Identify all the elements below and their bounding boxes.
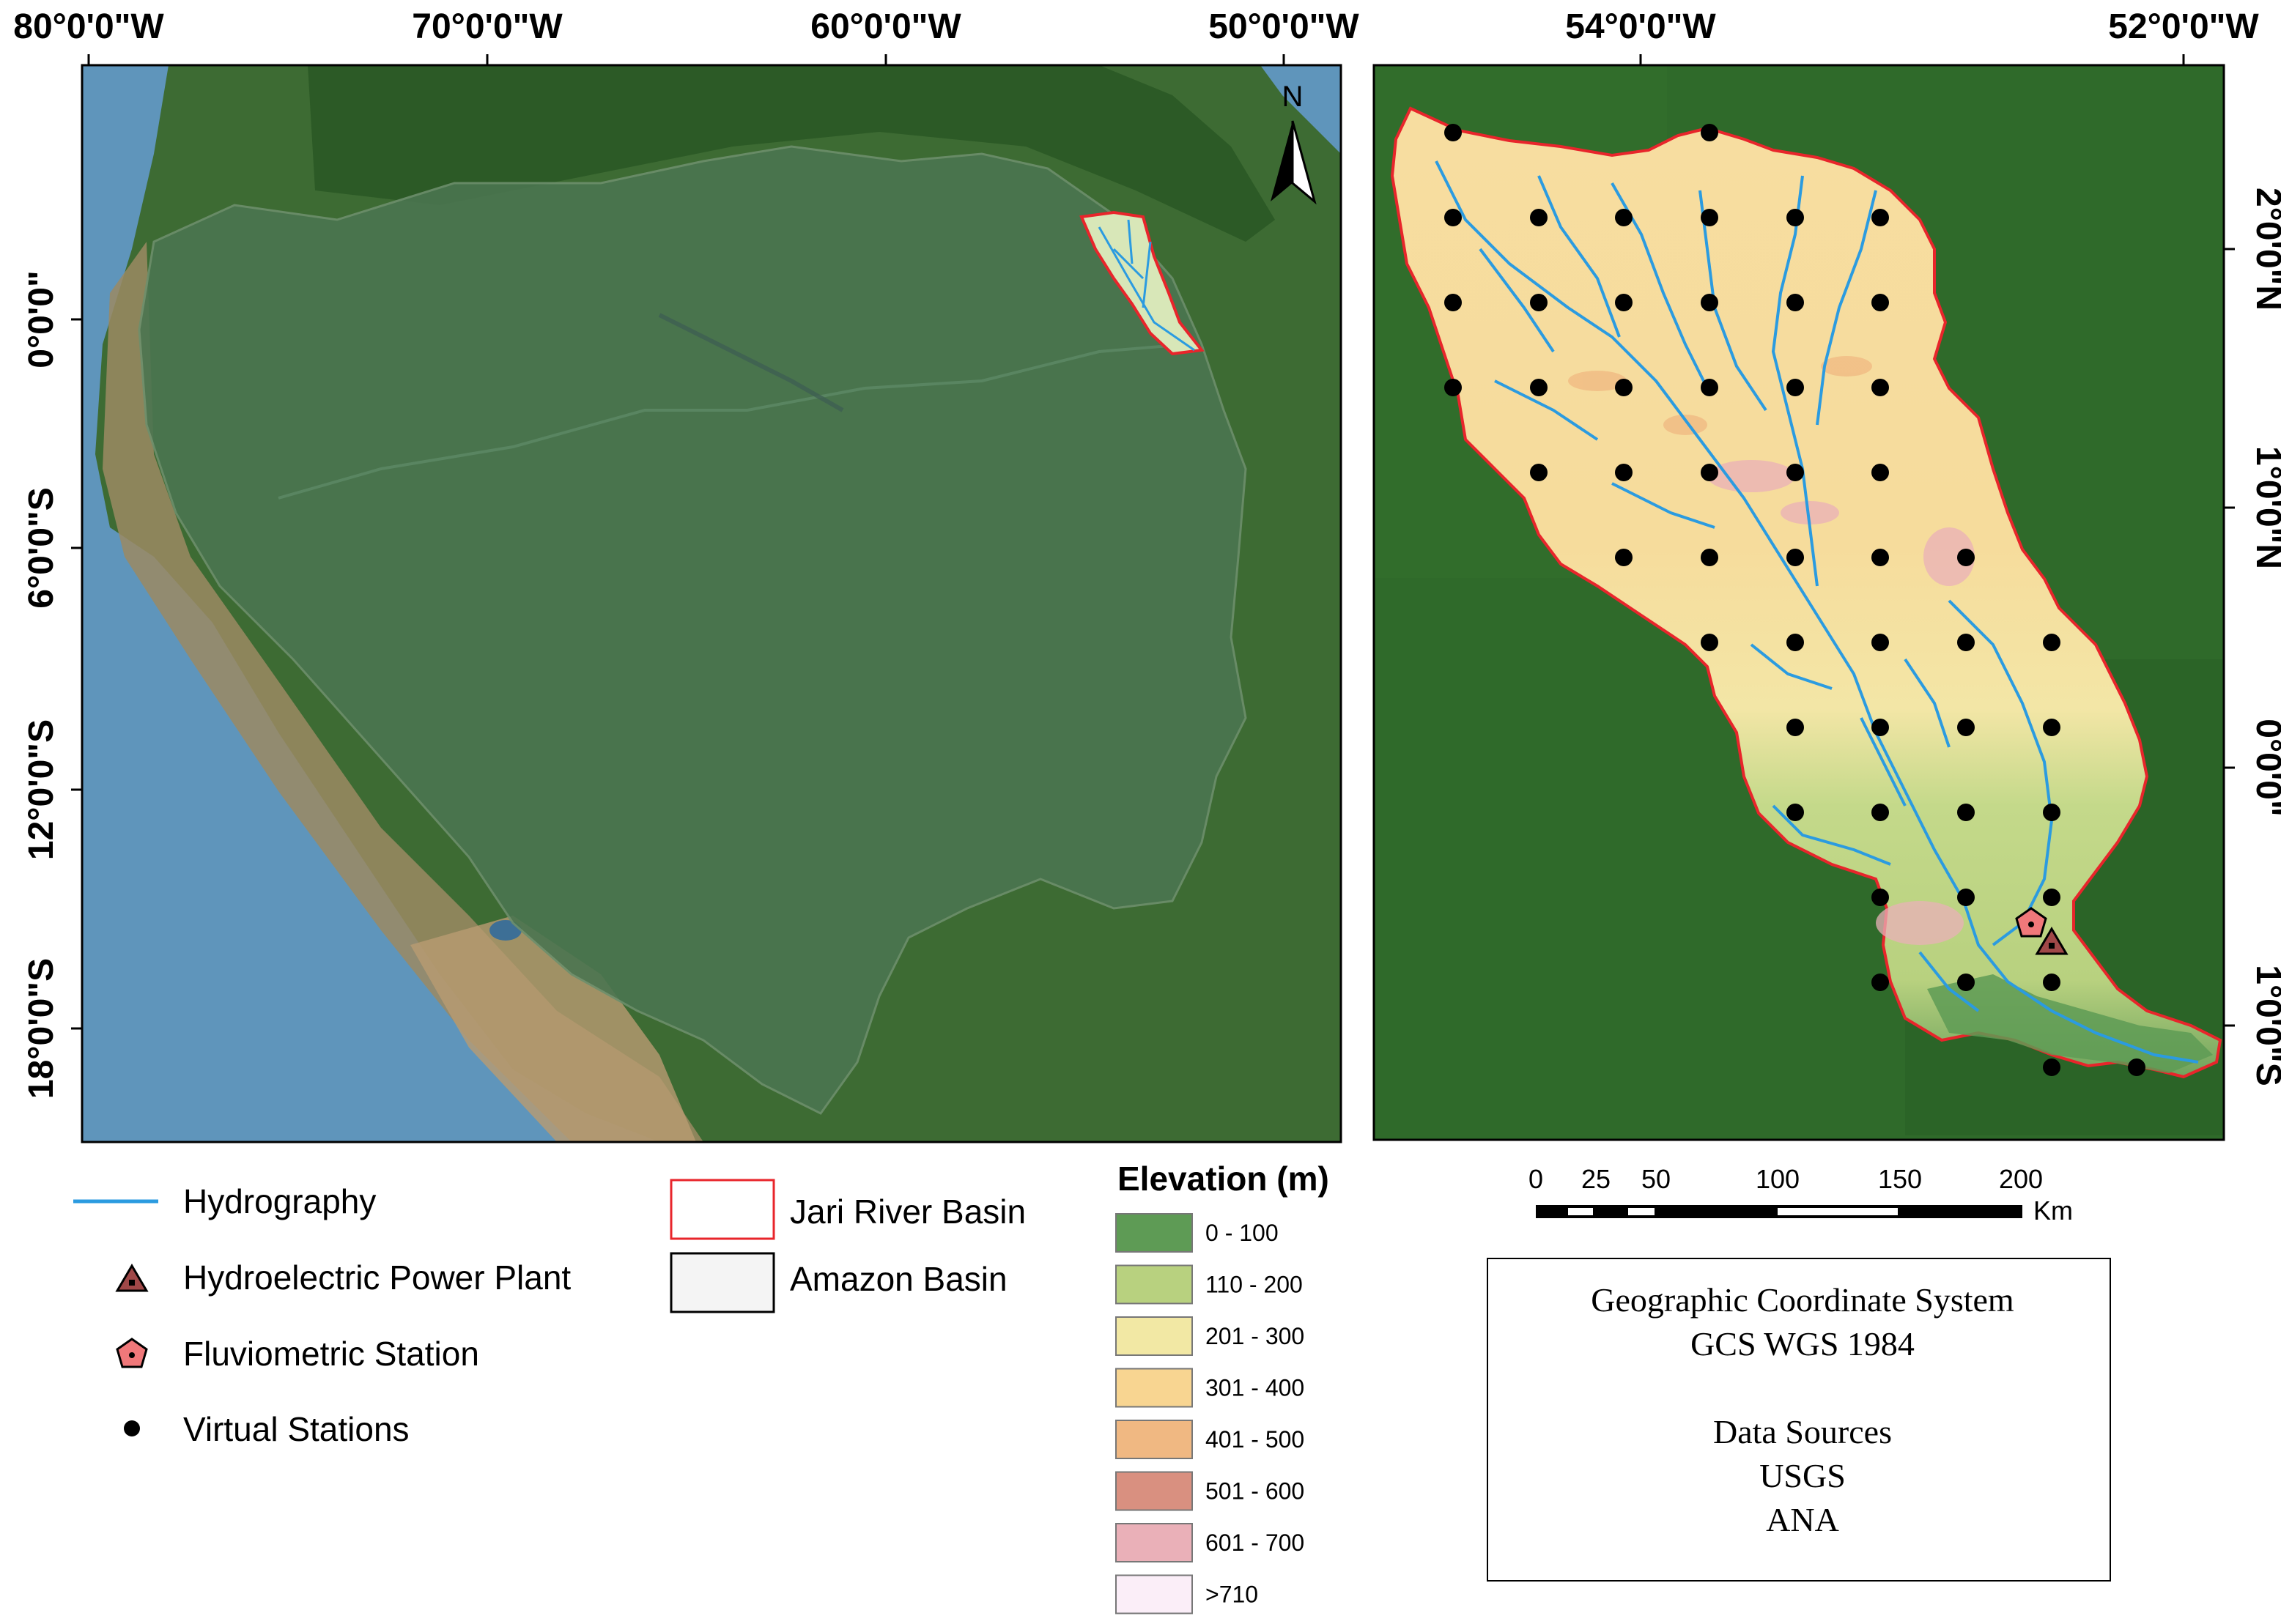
elevation-class-label: 501 - 600: [1205, 1478, 1304, 1505]
data-sources-label: Data Sources: [1713, 1413, 1892, 1450]
tick-label: 80°0'0"W: [13, 7, 164, 46]
elevation-class-label: 201 - 300: [1205, 1323, 1304, 1349]
tick-label: 12°0'0"S: [22, 719, 61, 860]
legend-fluvio-station: Fluviometric Station: [183, 1335, 479, 1373]
elevation-legend: Elevation (m) 0 - 100 110 - 200 201 - 300 3…: [1115, 1160, 1329, 1614]
scale-tick-label: 200: [1999, 1164, 2043, 1194]
legend-hydrography: Hydrography: [183, 1182, 376, 1220]
scale-tick-label: 0: [1528, 1164, 1543, 1194]
data-source-usgs: USGS: [1759, 1457, 1846, 1494]
tick-label: 6°0'0"S: [22, 487, 61, 608]
info-box: Geographic Coordinate System GCS WGS 198…: [1487, 1258, 2111, 1582]
elevation-class-label: 301 - 400: [1205, 1375, 1304, 1401]
scale-tick-label: 50: [1641, 1164, 1671, 1194]
symbol-legend: Hydrography Hydroelectric Power Plant Fl…: [73, 1179, 1026, 1448]
elevation-swatch: [1115, 1523, 1193, 1562]
scale-bar: 0 25 50 100 150 200 Km: [1528, 1164, 2073, 1226]
virtual-station-legend-icon: [124, 1420, 140, 1436]
tick-label: 1°0'0"S: [2249, 965, 2281, 1086]
right-top-ticks: 54°0'0"W 52°0'0"W: [1565, 7, 2259, 65]
tick-label: 18°0'0"S: [22, 958, 61, 1099]
left-side-ticks: 0°0'0" 6°0'0"S 12°0'0"S 18°0'0"S: [22, 270, 82, 1099]
tick-label: 60°0'0"W: [810, 7, 961, 46]
left-top-ticks: 80°0'0"W 70°0'0"W 60°0'0"W 50°0'0"W: [13, 7, 1359, 65]
elevation-class-label: 0 - 100: [1205, 1220, 1279, 1246]
tick-label: 0°0'0": [2249, 719, 2281, 816]
elevation-swatch: [1115, 1316, 1193, 1356]
elevation-swatch: [1115, 1264, 1193, 1305]
scale-unit: Km: [2033, 1195, 2073, 1226]
jari-basin-swatch: [670, 1179, 775, 1240]
tick-label: 0°0'0": [22, 270, 61, 368]
tick-label: 2°0'0"N: [2249, 188, 2281, 311]
scale-tick-label: 100: [1756, 1164, 1800, 1194]
right-side-ticks: 2°0'0"N 1°0'0"N 0°0'0" 1°0'0"S: [2224, 188, 2281, 1086]
elevation-class-label: 401 - 500: [1205, 1426, 1304, 1453]
coord-system-value: GCS WGS 1984: [1690, 1325, 1915, 1362]
south-america-map: N 80°0'0"W 70°0'0"W 60°0'0"W 50°0'0"W 0°…: [13, 7, 1359, 1143]
amazon-basin-swatch: [670, 1252, 775, 1313]
elevation-class-label: 110 - 200: [1205, 1272, 1303, 1298]
fluvio-station-legend-icon: [116, 1338, 148, 1368]
tick-label: 54°0'0"W: [1565, 7, 1716, 46]
tick-label: 52°0'0"W: [2108, 7, 2259, 46]
jari-basin-map: 54°0'0"W 52°0'0"W 2°0'0"N 1°0'0"N 0°0'0"…: [1372, 7, 2281, 1141]
legend-amazon-basin: Amazon Basin: [790, 1260, 1008, 1298]
elevation-class-label: >710: [1205, 1582, 1258, 1608]
elevation-swatch: [1115, 1574, 1193, 1614]
elevation-swatch: [1115, 1420, 1193, 1459]
elevation-title: Elevation (m): [1117, 1160, 1329, 1198]
data-source-ana: ANA: [1766, 1501, 1839, 1538]
legend-jari-basin: Jari River Basin: [790, 1193, 1026, 1231]
north-label: N: [1282, 81, 1304, 113]
coord-system-label: Geographic Coordinate System: [1591, 1281, 2014, 1319]
figure-canvas: N 80°0'0"W 70°0'0"W 60°0'0"W 50°0'0"W 0°…: [13, 7, 2281, 1614]
hydro-plant-legend-icon: [115, 1264, 149, 1292]
tick-label: 70°0'0"W: [412, 7, 563, 46]
legend-virtual-stations: Virtual Stations: [183, 1410, 410, 1448]
tick-label: 1°0'0"N: [2249, 446, 2281, 569]
scale-tick-label: 25: [1581, 1164, 1611, 1194]
elevation-swatch: [1115, 1471, 1193, 1511]
scale-tick-label: 150: [1878, 1164, 1922, 1194]
tick-label: 50°0'0"W: [1208, 7, 1359, 46]
elevation-swatch: [1115, 1368, 1193, 1408]
elevation-class-label: 601 - 700: [1205, 1530, 1304, 1556]
elevation-swatch: [1115, 1213, 1193, 1253]
legend-hydro-plant: Hydroelectric Power Plant: [183, 1258, 571, 1297]
